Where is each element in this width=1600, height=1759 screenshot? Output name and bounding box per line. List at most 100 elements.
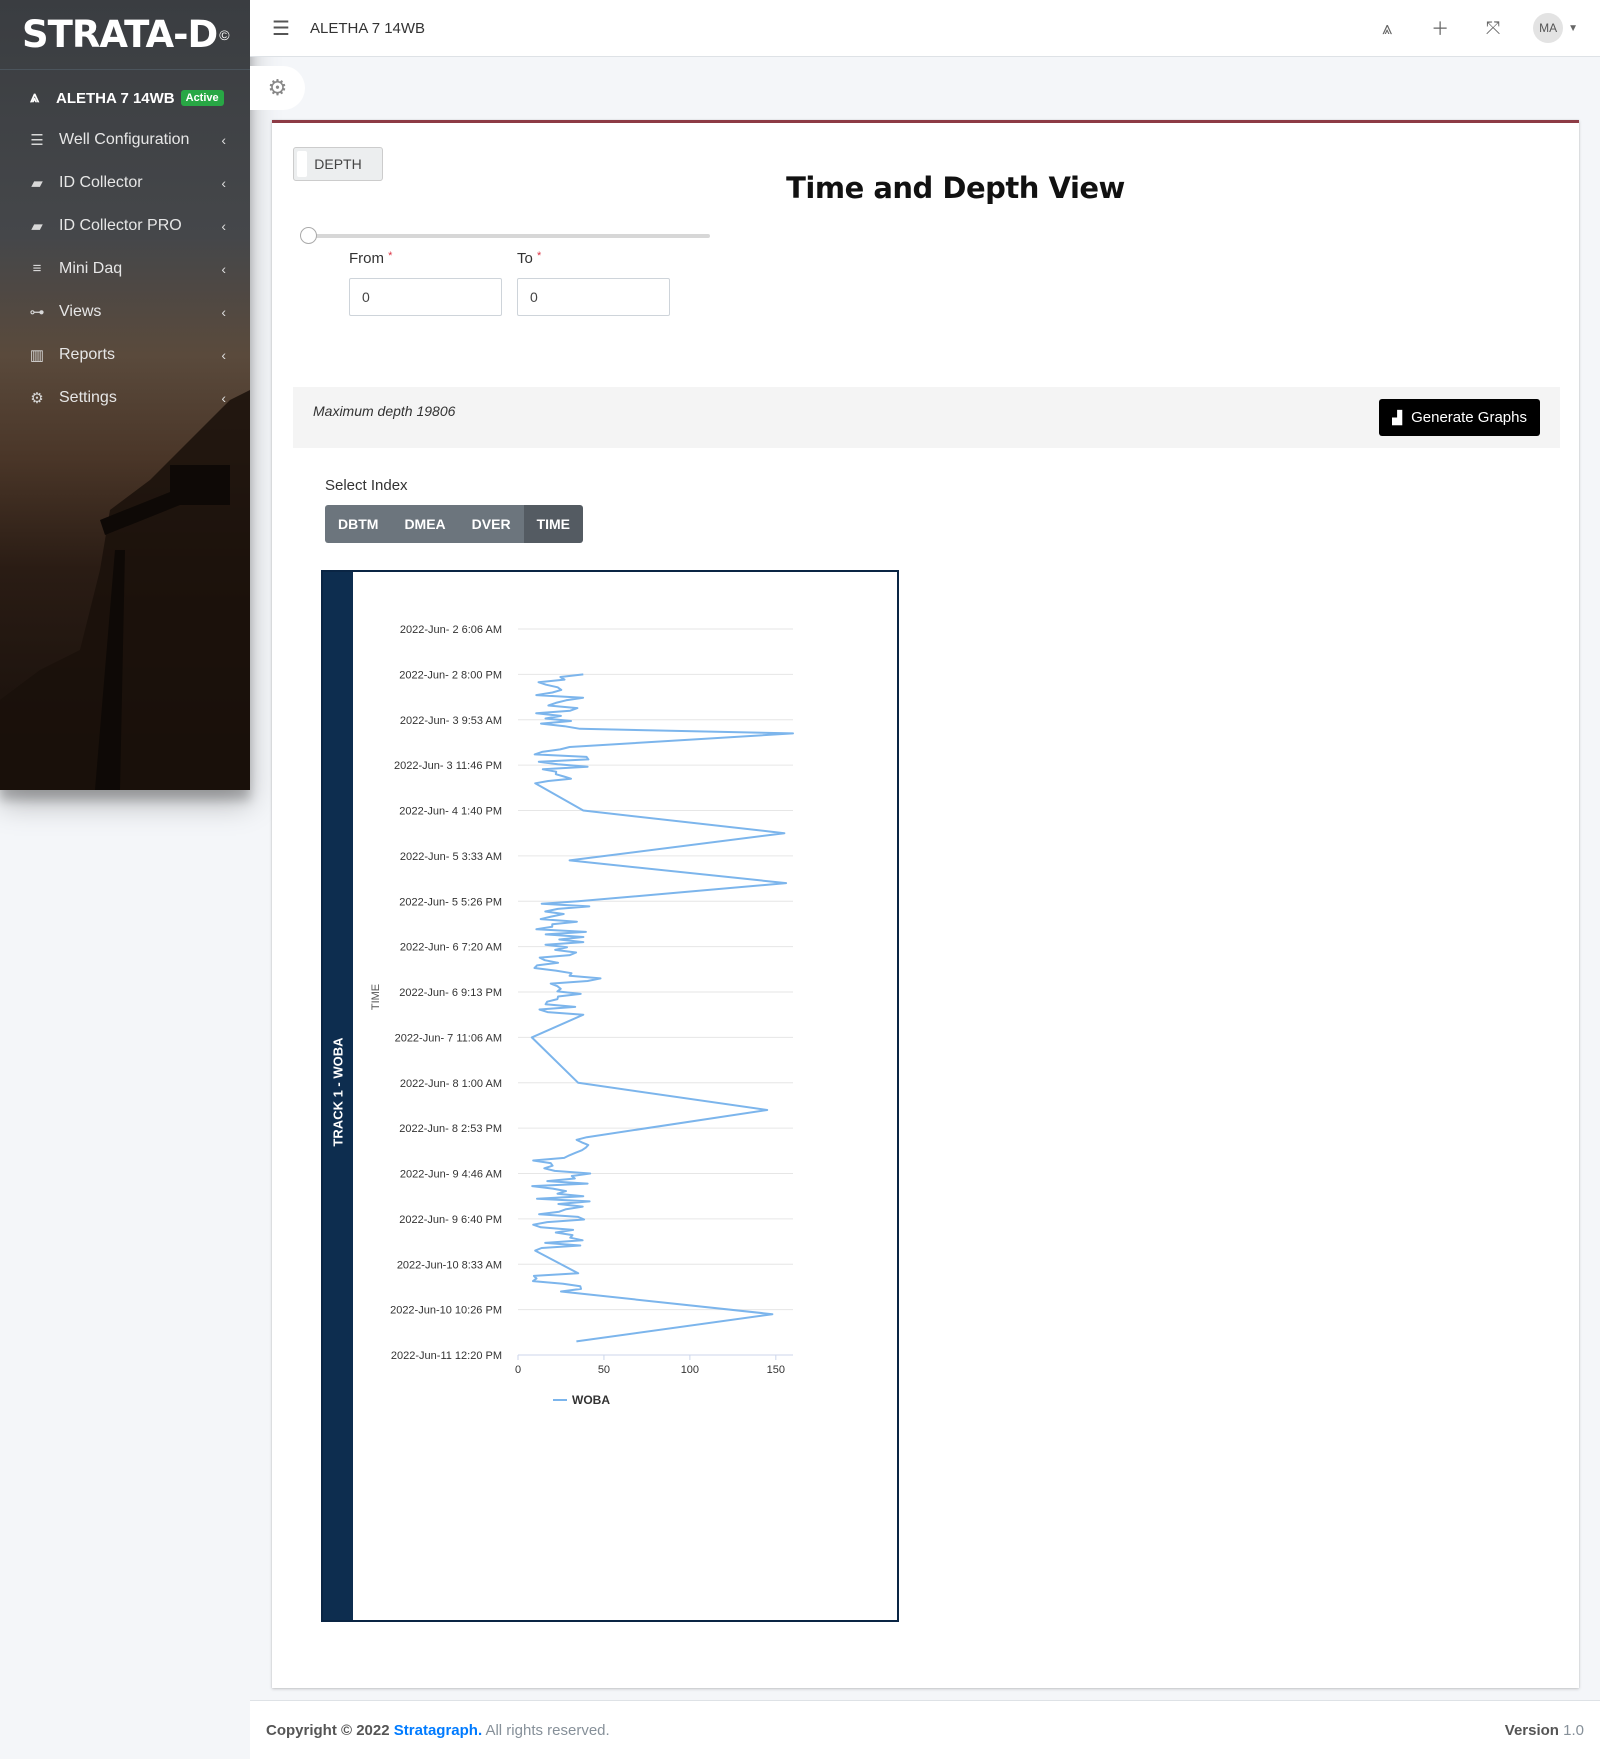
index-option-dmea[interactable]: DMEA [391, 505, 459, 543]
from-label: From * [349, 250, 392, 267]
y-tick-label: 2022-Jun- 7 11:06 AM [395, 1032, 502, 1044]
time-depth-card: DEPTH Time and Depth View From * 0 To * … [272, 120, 1579, 1688]
version: Version 1.0 [1505, 1722, 1584, 1739]
rights-text: All rights reserved. [485, 1721, 610, 1739]
index-option-time[interactable]: TIME [523, 505, 584, 543]
version-label: Version [1504, 1721, 1559, 1739]
x-tick-label: 0 [515, 1364, 521, 1376]
sidebar-item-label: Views [59, 302, 102, 320]
cogs-icon: ⚙ [267, 75, 288, 100]
avatar[interactable]: MA [1533, 13, 1564, 43]
chevron-left-icon: ‹ [221, 131, 226, 148]
series-line-woba [530, 673, 794, 1343]
sidebar: STRATA-D © ⩓ ALETHA 7 14WB Active ☰ Well … [0, 0, 250, 790]
to-input[interactable]: 0 [517, 278, 670, 316]
chevron-left-icon: ‹ [221, 303, 226, 320]
y-tick-label: 2022-Jun- 4 1:40 PM [399, 806, 502, 818]
fullscreen-icon[interactable]: ⤧ [1483, 18, 1503, 39]
area-chart-icon: ▟ [1392, 409, 1403, 425]
sidebar-item-id-collector-pro[interactable]: ▰ ID Collector PRO ‹ [0, 204, 250, 247]
pumpjack-background-image [0, 390, 250, 790]
sidebar-item-views[interactable]: ⊶ Views ‹ [0, 290, 250, 333]
sidebar-item-label: Mini Daq [59, 259, 123, 277]
plus-icon[interactable]: ＋ [1430, 15, 1450, 41]
sliders-icon: ☰ [30, 131, 44, 149]
settings-gear-tab[interactable]: ⚙ [250, 66, 305, 110]
x-tick-label: 100 [681, 1364, 699, 1376]
from-label-text: From [349, 250, 384, 267]
status-badge: Active [180, 90, 224, 106]
index-option-dbtm[interactable]: DBTM [325, 505, 392, 543]
sidebar-item-label: ID Collector [59, 173, 143, 191]
y-tick-label: 2022-Jun- 5 3:33 AM [400, 851, 502, 863]
footer: Copyright © 2022 Stratagraph. All rights… [250, 1700, 1600, 1759]
y-tick-label: 2022-Jun- 9 6:40 PM [399, 1214, 502, 1226]
y-axis-title: TIME [370, 984, 382, 1010]
piggy-icon: ▰ [31, 174, 43, 192]
y-tick-label: 2022-Jun- 6 9:13 PM [399, 987, 502, 999]
sitemap-icon: ⊶ [29, 303, 45, 321]
brand-name: STRATA-D [22, 13, 218, 56]
to-label: To * [517, 250, 541, 267]
range-slider-track[interactable] [306, 234, 710, 238]
copyright: Copyright © 2022 Stratagraph. All rights… [266, 1722, 610, 1739]
sidebar-item-label: Reports [59, 345, 116, 363]
y-tick-label: 2022-Jun- 3 11:46 PM [394, 760, 502, 772]
to-label-text: To [517, 250, 533, 267]
chevron-left-icon: ‹ [221, 174, 226, 191]
page-title: Time and Depth View [786, 171, 1125, 205]
info-bar: Maximum depth 19806 ▟ Generate Graphs [293, 387, 1560, 448]
y-tick-label: 2022-Jun- 8 1:00 AM [400, 1078, 502, 1090]
legend-label: WOBA [572, 1393, 610, 1407]
sidebar-item-label: Well Configuration [59, 130, 190, 148]
y-tick-label: 2022-Jun- 3 9:53 AM [400, 715, 502, 727]
track-panel: TRACK 1 - WOBA 2022-Jun- 2 6:06 AM 2022-J… [321, 570, 899, 1622]
index-selector: DBTM DMEA DVER TIME [325, 505, 584, 543]
sidebar-item-well-configuration[interactable]: ☰ Well Configuration ‹ [0, 118, 250, 161]
y-tick-label: 2022-Jun- 9 4:46 AM [400, 1169, 502, 1181]
required-mark: * [388, 250, 393, 262]
database-icon: ≡ [32, 260, 42, 277]
y-tick-label: 2022-Jun-11 12:20 PM [391, 1350, 502, 1362]
y-tick-label: 2022-Jun- 6 7:20 AM [400, 942, 502, 954]
brand-mark: © [219, 26, 230, 43]
active-well-name: ALETHA 7 14WB [56, 89, 175, 107]
chevron-left-icon: ‹ [221, 217, 226, 234]
company-link[interactable]: Stratagraph. [394, 1722, 482, 1739]
sidebar-item-id-collector[interactable]: ▰ ID Collector ‹ [0, 161, 250, 204]
copyright-text: Copyright © 2022 [266, 1721, 390, 1739]
y-tick-label: 2022-Jun-10 10:26 PM [390, 1305, 502, 1317]
y-tick-label: 2022-Jun- 2 8:00 PM [399, 669, 502, 681]
track-sidebar: TRACK 1 - WOBA [323, 572, 353, 1620]
chevron-left-icon: ‹ [221, 346, 226, 363]
from-input[interactable]: 0 [349, 278, 502, 316]
chart-bar-icon: ▥ [29, 346, 45, 364]
track-title: TRACK 1 - WOBA [330, 1037, 346, 1147]
chevron-left-icon: ‹ [221, 260, 226, 277]
max-depth-text: Maximum depth 19806 [313, 403, 456, 419]
x-tick-label: 50 [598, 1364, 610, 1376]
y-tick-label: 2022-Jun- 8 2:53 PM [399, 1123, 502, 1135]
y-tick-label: 2022-Jun- 2 6:06 AM [400, 624, 502, 636]
top-well-title: ALETHA 7 14WB [310, 19, 426, 37]
hamburger-menu-icon[interactable]: ☰ [272, 16, 292, 41]
top-navbar: ☰ ALETHA 7 14WB ⩓ ＋ ⤧ MA ▼ [250, 0, 1600, 57]
sidebar-item-label: ID Collector PRO [59, 216, 182, 234]
index-option-dver[interactable]: DVER [458, 505, 524, 543]
sidebar-item-mini-daq[interactable]: ≡ Mini Daq ‹ [0, 247, 250, 290]
version-number: 1.0 [1563, 1721, 1584, 1739]
select-index-label: Select Index [325, 477, 408, 494]
y-tick-label: 2022-Jun- 5 5:26 PM [399, 896, 502, 908]
rig-icon[interactable]: ⩓ [1377, 18, 1397, 39]
required-mark: * [537, 250, 542, 262]
woba-chart[interactable]: 2022-Jun- 2 6:06 AM 2022-Jun- 2 8:00 PM 20… [353, 572, 897, 1620]
piggy-icon: ▰ [31, 217, 43, 235]
rig-icon: ⩓ [30, 89, 40, 106]
caret-down-icon[interactable]: ▼ [1568, 23, 1578, 34]
generate-graphs-button[interactable]: ▟ Generate Graphs [1379, 399, 1540, 436]
range-slider-handle[interactable] [300, 227, 317, 244]
brand-logo[interactable]: STRATA-D © [0, 0, 250, 70]
x-tick-label: 150 [767, 1364, 785, 1376]
y-tick-label: 2022-Jun-10 8:33 AM [397, 1259, 502, 1271]
generate-graphs-label: Generate Graphs [1411, 409, 1527, 426]
